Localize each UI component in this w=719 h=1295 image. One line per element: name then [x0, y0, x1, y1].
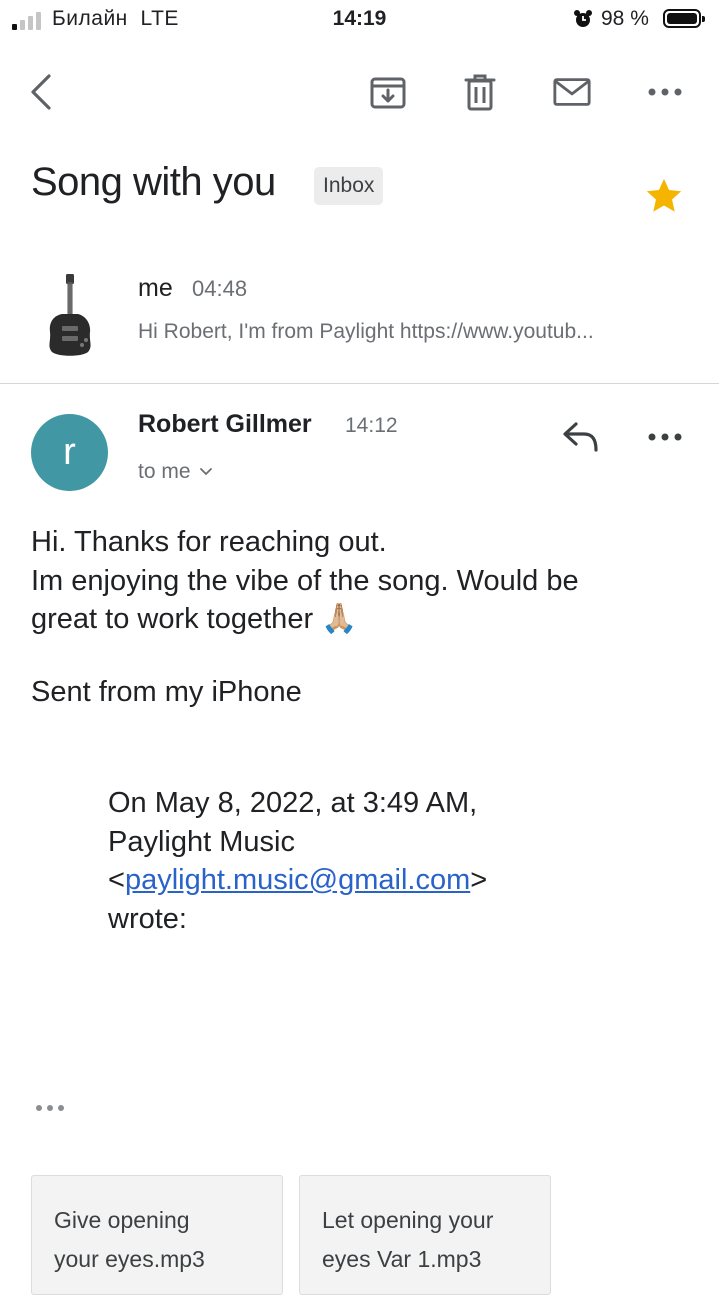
archive-icon — [370, 77, 406, 109]
mail-icon — [553, 78, 591, 106]
show-trimmed-content-icon[interactable] — [33, 1098, 69, 1118]
alarm-icon — [574, 10, 592, 27]
message-body: Hi. Thanks for reaching out. Im enjoying… — [31, 523, 691, 639]
body-line: Im enjoying the vibe of the song. Would … — [31, 564, 579, 597]
attachment-name-line: eyes Var 1.mp3 — [322, 1246, 482, 1272]
sender-name: Robert Gillmer — [138, 410, 312, 438]
guitar-avatar-icon — [49, 274, 91, 356]
message-more-icon[interactable] — [643, 420, 687, 454]
body-line: great to work together — [31, 603, 314, 635]
chevron-down-icon — [199, 468, 212, 476]
mark-unread-button[interactable] — [552, 72, 592, 112]
battery-icon — [663, 9, 705, 28]
star-icon[interactable] — [643, 175, 685, 217]
more-options-button[interactable] — [645, 72, 685, 112]
sender-email-link[interactable]: paylight.music@gmail.com — [125, 864, 470, 896]
status-bar: Билайн LTE 14:19 98 % — [0, 0, 719, 40]
battery-percent: 98 % — [601, 7, 649, 30]
delete-button[interactable] — [460, 72, 500, 112]
sender-avatar[interactable]: r — [31, 414, 108, 491]
message-sender: me — [138, 274, 173, 302]
chevron-left-icon — [31, 74, 51, 110]
quote-line: wrote: — [108, 902, 187, 935]
divider — [0, 383, 719, 384]
email-signature: Sent from my iPhone — [31, 676, 302, 708]
reply-icon[interactable] — [560, 418, 602, 456]
praying-hands-emoji: 🙏🏼 — [321, 603, 358, 635]
attachment-card[interactable]: Let opening your eyes Var 1.mp3 — [299, 1175, 551, 1295]
quoted-header: On May 8, 2022, at 3:49 AM, Paylight Mus… — [108, 784, 668, 938]
quote-line: On May 8, 2022, at 3:49 AM, — [108, 787, 478, 819]
more-horizontal-icon — [648, 88, 682, 96]
attachment-card[interactable]: Give opening your eyes.mp3 — [31, 1175, 283, 1295]
body-line: Hi. Thanks for reaching out. — [31, 526, 387, 558]
message-time: 04:48 — [192, 276, 248, 301]
thread-subject: Song with you — [31, 160, 276, 204]
attachment-name-line: your eyes.mp3 — [54, 1246, 205, 1272]
quote-line: Paylight Music — [108, 825, 295, 858]
attachment-name-line: Give opening — [54, 1207, 190, 1233]
recipients-toggle[interactable]: to me — [138, 460, 213, 484]
message-snippet: Hi Robert, I'm from Paylight https://www… — [138, 320, 594, 343]
archive-button[interactable] — [368, 72, 408, 112]
trash-icon — [464, 74, 496, 111]
recipients-label: to me — [138, 460, 191, 483]
attachment-name-line: Let opening your — [322, 1207, 494, 1233]
inbox-label-badge[interactable]: Inbox — [314, 167, 384, 205]
message-time: 14:12 — [345, 414, 398, 437]
back-button[interactable] — [22, 72, 62, 112]
